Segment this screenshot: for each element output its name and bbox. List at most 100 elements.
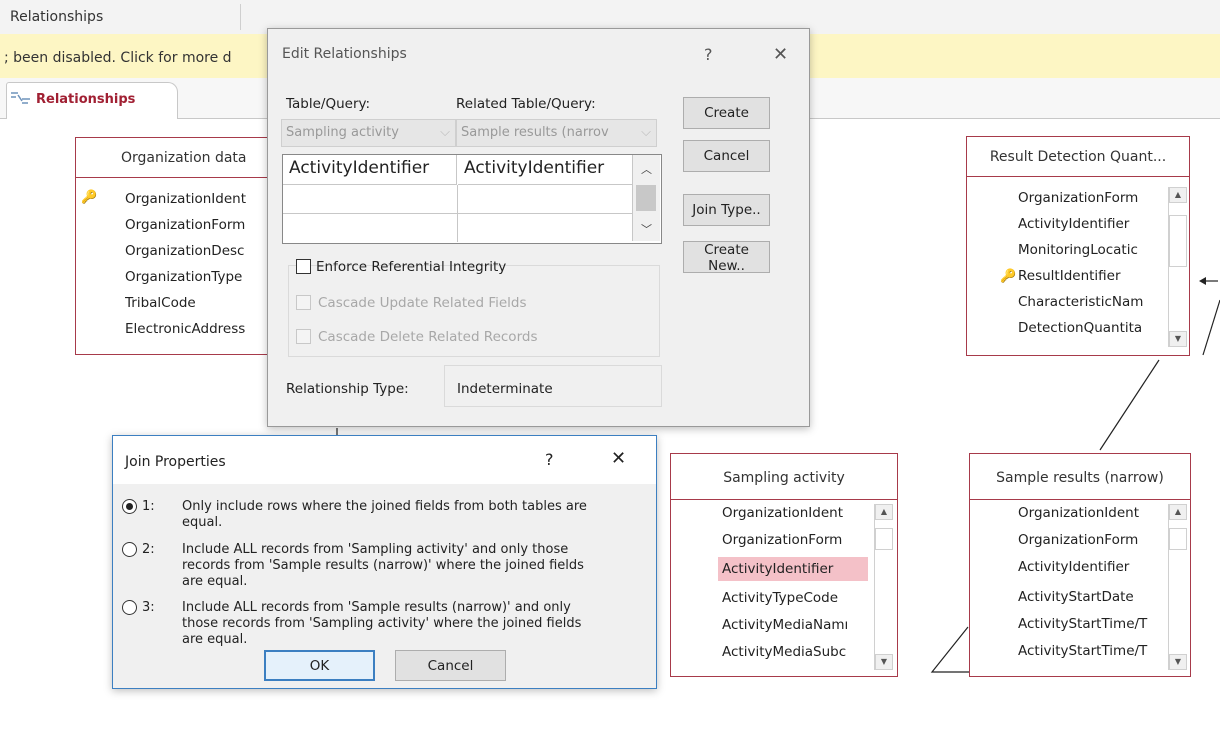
scroll-up-icon[interactable]: ︿ [641,161,652,177]
field-item[interactable]: DetectionQuantita [1018,320,1165,336]
field-item[interactable]: ResultIdentifier [1018,268,1165,284]
field-item[interactable]: ActivityIdentifier [1018,559,1166,575]
create-button[interactable]: Create [683,97,770,129]
close-icon[interactable]: ✕ [773,44,788,65]
field-item[interactable]: ActivityMediaSubc [722,644,872,660]
scroll-thumb[interactable] [1169,528,1187,550]
table-sampling-activity[interactable]: Sampling activity OrganizationIdent Orga… [670,453,898,677]
enforce-integrity-checkbox[interactable] [296,259,311,274]
field-item[interactable]: ActivityMediaNamı [722,617,872,633]
join-option-1-radio[interactable] [122,499,137,514]
cancel-button[interactable]: Cancel [683,140,770,172]
join-option-2-number[interactable]: 2: [142,542,155,557]
join-option-3-radio[interactable] [122,600,137,615]
enforce-integrity-label[interactable]: Enforce Referential Integrity [316,259,506,275]
join-option-3-text[interactable]: those records from 'Sampling activity' w… [182,616,581,631]
table-result-detection[interactable]: Result Detection Quant... OrganizationFo… [966,136,1190,356]
field-item[interactable]: OrganizationIdent [1018,505,1166,521]
join-option-1-number[interactable]: 1: [142,499,155,514]
field-item[interactable]: OrganizationForm [1018,190,1165,206]
primary-key-icon: 🔑 [81,190,98,205]
field-item[interactable]: OrganizationForm [125,217,275,233]
table-title[interactable]: Result Detection Quant... [967,137,1189,177]
help-icon[interactable]: ? [545,450,554,469]
field-item[interactable]: ActivityStartTime/T [1018,616,1166,632]
join-option-2-text[interactable]: records from 'Sample results (narrow)' w… [182,558,584,573]
field-item[interactable]: OrganizationIdent [125,191,275,207]
grid-cell[interactable] [283,214,458,242]
vertical-scrollbar[interactable]: ▲ ▼ [1168,187,1187,347]
help-icon[interactable]: ? [704,45,713,64]
field-item[interactable]: ActivityTypeCode [722,590,872,606]
scroll-down-icon[interactable]: ▼ [1169,654,1187,670]
join-option-1-text[interactable]: equal. [182,515,222,530]
scroll-thumb[interactable] [1169,215,1187,267]
related-table-value: Sample results (narrov [461,125,609,140]
grid-scrollbar[interactable]: ︿ ﹀ [632,155,660,241]
dialog-title: Join Properties [125,454,226,470]
field-item[interactable]: OrganizationType [125,269,275,285]
table-organization-data[interactable]: Organization data 🔑 OrganizationIdent Or… [75,137,277,355]
join-option-3-text[interactable]: Include ALL records from 'Sample results… [182,600,571,615]
scroll-down-icon[interactable]: ▼ [875,654,893,670]
join-properties-dialog[interactable]: Join Properties ? ✕ 1: Only include rows… [112,435,657,689]
scroll-up-icon[interactable]: ▲ [875,504,893,520]
join-type-button[interactable]: Join Type.. [683,194,770,226]
chevron-down-icon: ⌵ [440,125,450,140]
field-item[interactable]: CharacteristicNam [1018,294,1165,310]
vertical-scrollbar[interactable]: ▲ ▼ [874,504,893,670]
grid-left-field[interactable]: ActivityIdentifier [283,155,457,185]
related-table-combo: Sample results (narrov ⌵ [456,119,657,147]
cancel-button[interactable]: Cancel [395,650,506,681]
table-title[interactable]: Sample results (narrow) [970,454,1190,500]
scroll-down-icon[interactable]: ﹀ [641,221,652,237]
table-query-value: Sampling activity [286,125,399,140]
cascade-update-label: Cascade Update Related Fields [318,295,527,311]
create-new-button[interactable]: Create New.. [683,241,770,274]
field-item[interactable]: TribalCode [125,295,275,311]
scroll-down-icon[interactable]: ▼ [1169,331,1187,347]
radio-selected-dot [126,503,133,510]
field-item[interactable]: MonitoringLocatic [1018,242,1165,258]
table-query-label: Table/Query: [286,96,371,112]
ok-button[interactable]: OK [264,650,375,681]
cascade-delete-label: Cascade Delete Related Records [318,329,538,345]
relationship-type-label: Relationship Type: [286,381,409,397]
join-option-2-text[interactable]: are equal. [182,574,247,589]
table-query-combo: Sampling activity ⌵ [281,119,456,147]
field-item[interactable]: OrganizationDesc [125,243,275,259]
scroll-up-icon[interactable]: ▲ [1169,187,1187,203]
grid-cell[interactable] [283,185,458,214]
field-item[interactable]: OrganizationForm [722,532,872,548]
field-item-selected[interactable]: ActivityIdentifier [718,557,868,581]
relationship-type-value: Indeterminate [457,381,553,397]
field-item[interactable]: ElectronicAddress [125,321,275,337]
join-option-3-number[interactable]: 3: [142,600,155,615]
vertical-scrollbar[interactable]: ▲ ▼ [1168,504,1187,670]
table-sample-results-narrow[interactable]: Sample results (narrow) OrganizationIden… [969,453,1191,677]
table-title[interactable]: Sampling activity [671,454,897,500]
table-title[interactable]: Organization data [76,138,276,178]
join-option-2-text[interactable]: Include ALL records from 'Sampling activ… [182,542,568,557]
close-icon[interactable]: ✕ [611,448,626,469]
edit-relationships-dialog[interactable]: Edit Relationships ? ✕ Table/Query: Rela… [267,28,810,427]
join-option-2-radio[interactable] [122,542,137,557]
field-mapping-grid[interactable]: ActivityIdentifier ActivityIdentifier ︿ … [282,154,662,244]
field-item[interactable]: OrganizationIdent [722,505,872,521]
related-table-label: Related Table/Query: [456,96,596,112]
chevron-down-icon: ⌵ [641,125,651,140]
field-item[interactable]: ActivityStartTime/T [1018,643,1166,659]
grid-cell[interactable] [458,185,632,214]
join-option-3-text[interactable]: are equal. [182,632,247,647]
field-item[interactable]: ActivityStartDate [1018,589,1166,605]
primary-key-icon: 🔑 [1000,269,1017,284]
cascade-update-checkbox [296,295,311,310]
field-item[interactable]: OrganizationForm [1018,532,1166,548]
dialog-title: Edit Relationships [282,46,407,62]
field-item[interactable]: ActivityIdentifier [1018,216,1165,232]
scroll-up-icon[interactable]: ▲ [1169,504,1187,520]
scroll-thumb[interactable] [636,185,656,211]
join-option-1-text[interactable]: Only include rows where the joined field… [182,499,587,514]
scroll-thumb[interactable] [875,528,893,550]
grid-right-field[interactable]: ActivityIdentifier [458,155,632,185]
